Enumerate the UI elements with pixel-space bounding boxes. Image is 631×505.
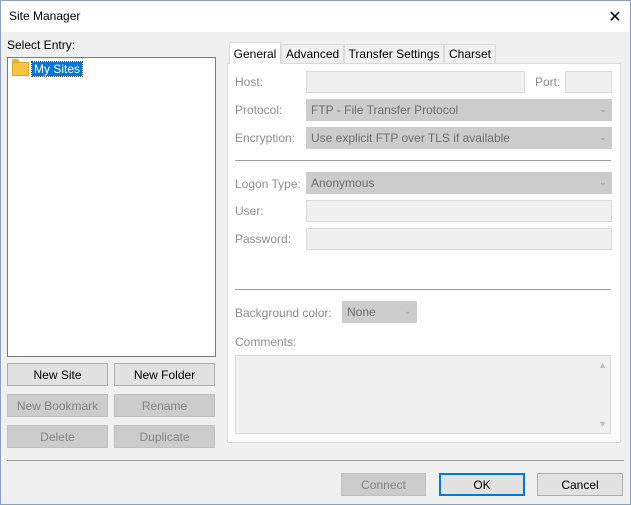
user-label: User: xyxy=(235,204,264,218)
cancel-button[interactable]: Cancel xyxy=(537,473,623,496)
comments-textarea[interactable]: ▲ ▼ xyxy=(235,355,611,434)
new-site-button[interactable]: New Site xyxy=(7,363,108,386)
protocol-value: FTP - File Transfer Protocol xyxy=(311,103,459,117)
site-manager-window: Site Manager ✕ Select Entry: My Sites Ne… xyxy=(0,0,631,505)
port-label: Port: xyxy=(535,75,561,89)
chevron-down-icon: ⌄ xyxy=(598,132,607,143)
port-input[interactable] xyxy=(565,71,612,93)
protocol-select[interactable]: FTP - File Transfer Protocol ⌄ xyxy=(306,99,612,121)
tree-item-my-sites[interactable]: My Sites xyxy=(12,59,84,77)
divider xyxy=(7,460,624,461)
close-icon[interactable]: ✕ xyxy=(600,1,630,32)
host-label: Host: xyxy=(235,75,264,89)
logon-type-select[interactable]: Anonymous ⌄ xyxy=(306,172,612,194)
user-input[interactable] xyxy=(306,200,612,222)
tab-advanced[interactable]: Advanced xyxy=(281,44,344,63)
chevron-down-icon: ⌄ xyxy=(403,306,412,317)
scroll-down-icon[interactable]: ▼ xyxy=(598,419,607,429)
delete-button[interactable]: Delete xyxy=(7,425,108,448)
connect-button[interactable]: Connect xyxy=(341,473,426,496)
logon-type-value: Anonymous xyxy=(311,176,375,190)
rename-button[interactable]: Rename xyxy=(114,394,215,417)
divider xyxy=(235,160,611,161)
window-title: Site Manager xyxy=(9,9,81,23)
tab-general[interactable]: General xyxy=(229,42,281,64)
scroll-up-icon[interactable]: ▲ xyxy=(598,360,607,370)
new-folder-button[interactable]: New Folder xyxy=(114,363,215,386)
ok-button[interactable]: OK xyxy=(439,473,525,496)
title-bar: Site Manager ✕ xyxy=(1,1,630,32)
logon-type-label: Logon Type: xyxy=(235,177,301,191)
encryption-label: Encryption: xyxy=(235,131,296,145)
folder-icon xyxy=(12,59,29,76)
comments-label: Comments: xyxy=(235,335,297,349)
encryption-value: Use explicit FTP over TLS if available xyxy=(311,131,510,145)
host-input[interactable] xyxy=(306,71,525,93)
divider xyxy=(235,289,611,290)
protocol-label: Protocol: xyxy=(235,103,283,117)
password-input[interactable] xyxy=(306,228,612,250)
background-color-label: Background color: xyxy=(235,306,332,320)
background-color-value: None xyxy=(347,305,376,319)
site-tree[interactable]: My Sites xyxy=(7,57,216,357)
chevron-down-icon: ⌄ xyxy=(598,177,607,188)
password-label: Password: xyxy=(235,232,292,246)
encryption-select[interactable]: Use explicit FTP over TLS if available ⌄ xyxy=(306,127,612,149)
new-bookmark-button[interactable]: New Bookmark xyxy=(7,394,108,417)
select-entry-label: Select Entry: xyxy=(7,38,76,52)
background-color-select[interactable]: None ⌄ xyxy=(342,301,417,323)
chevron-down-icon: ⌄ xyxy=(598,104,607,115)
tab-charset[interactable]: Charset xyxy=(444,44,496,63)
duplicate-button[interactable]: Duplicate xyxy=(114,425,215,448)
tab-transfer-settings[interactable]: Transfer Settings xyxy=(344,44,444,63)
tree-item-label: My Sites xyxy=(30,61,84,77)
